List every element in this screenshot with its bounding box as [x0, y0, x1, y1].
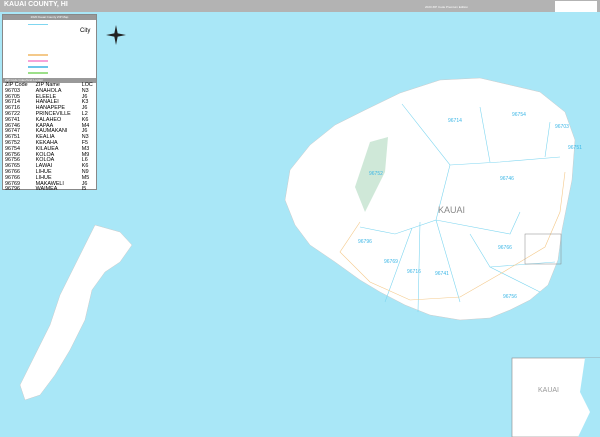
kauai-island [284, 77, 576, 321]
zip-label: 96796 [358, 239, 372, 245]
table-cell: I5 [81, 186, 87, 193]
zip-label: 96703 [555, 124, 569, 130]
niihau-island [19, 224, 133, 401]
zip-label: 96769 [384, 259, 398, 265]
zip-label: 96766 [498, 245, 512, 251]
zip-label: 96746 [500, 176, 514, 182]
zip-label: 96756 [503, 294, 517, 300]
island-label: KAUAI [438, 205, 465, 215]
zip-label: 96751 [568, 145, 582, 151]
inset-map[interactable]: KAUAI [511, 357, 600, 437]
zip-label: 96752 [369, 171, 383, 177]
legend-swatches: City [3, 20, 96, 78]
inset-label: KAUAI [538, 387, 559, 394]
zip-label: 96754 [512, 112, 526, 118]
zip-label: 96714 [448, 118, 462, 124]
compass-icon [106, 25, 126, 45]
legend-panel: 2020 Kauai County ZIP Map City ZIP Code … [2, 14, 97, 193]
publisher-logo [555, 1, 597, 12]
table-cell: WAIMEA [35, 186, 58, 193]
zip-label: 96716 [407, 269, 421, 275]
edition-label: 2020 ZIP Code Premium Edition [425, 5, 468, 9]
zip-label: 96741 [435, 271, 449, 277]
table-cell: 96796 [5, 186, 20, 193]
map-title: KAUAI COUNTY, HI [4, 1, 68, 8]
header-bar: KAUAI COUNTY, HI 2020 ZIP Code Premium E… [0, 0, 600, 12]
city-label: City [80, 28, 91, 34]
zip-index-table: ZIP Code ZIP Name LOC 96703 ANAHOLA N3 9670… [3, 82, 96, 193]
table-row: 96796 WAIMEA I5 [3, 187, 96, 193]
